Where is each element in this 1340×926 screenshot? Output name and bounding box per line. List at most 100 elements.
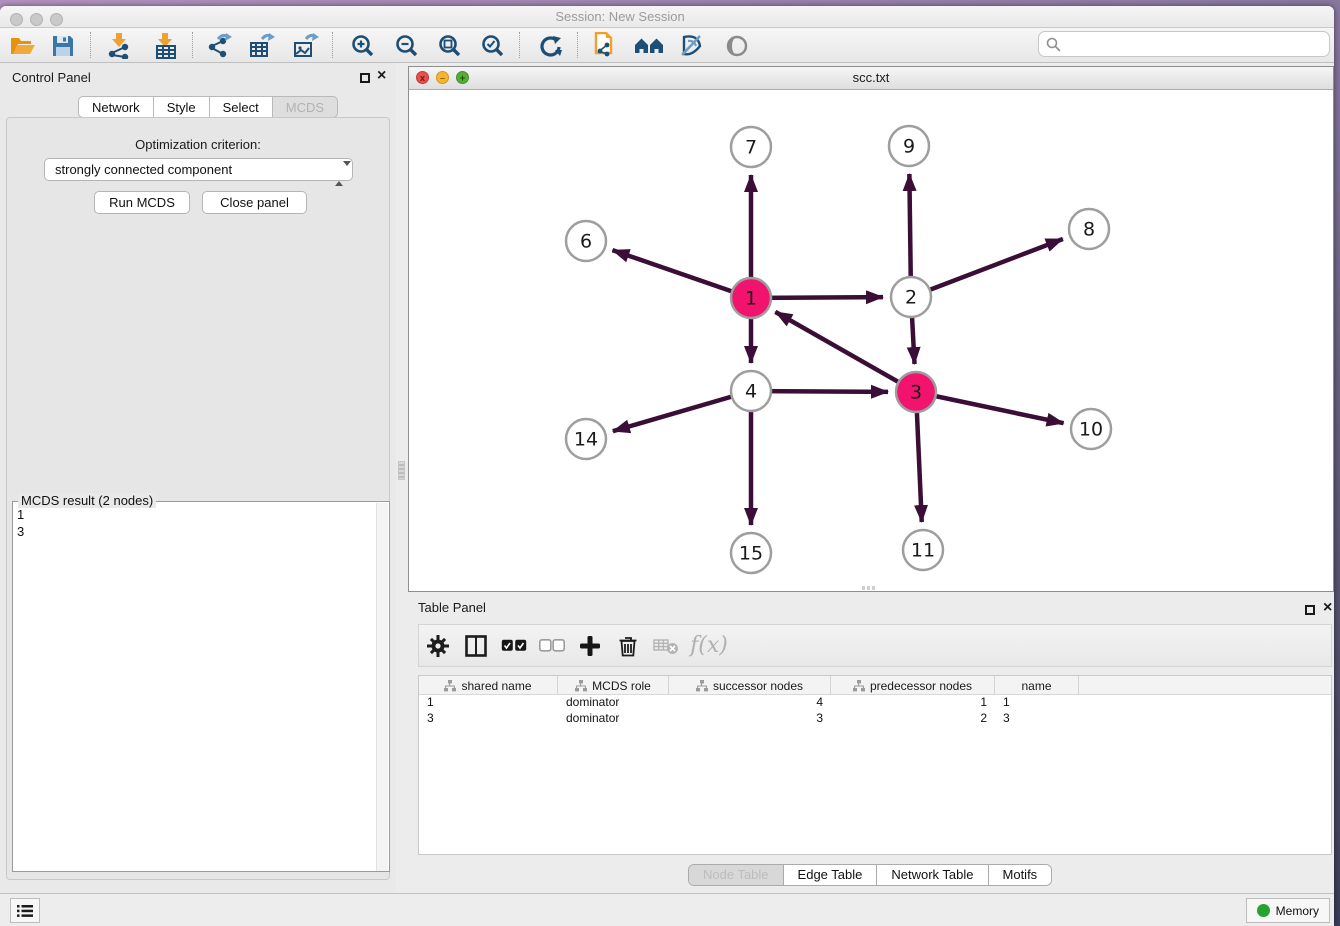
zoom-selected-button[interactable]: [474, 30, 512, 61]
column-header-successor-nodes[interactable]: successor nodes: [669, 676, 831, 695]
graph-node-label-9: 9: [903, 136, 915, 158]
control-panel: Control Panel × Network Style Select MCD…: [0, 63, 396, 893]
export-table-button[interactable]: [243, 30, 281, 61]
column-visibility-icon[interactable]: [457, 628, 495, 664]
graph-edge-3-10[interactable]: [916, 392, 1064, 423]
duplicate-network-button[interactable]: [587, 30, 625, 61]
table-header-row: shared name MCDS role successor nodes prede…: [419, 676, 1331, 695]
network-resize-grip[interactable]: [862, 586, 876, 590]
refresh-layout-button[interactable]: [531, 30, 569, 61]
criterion-dropdown[interactable]: strongly connected component: [44, 158, 353, 181]
network-window-titlebar: x – + scc.txt: [409, 67, 1333, 90]
column-header-MCDS-role[interactable]: MCDS role: [558, 676, 669, 695]
mcds-result-box: MCDS result (2 nodes) 1 3: [12, 501, 390, 872]
task-history-button[interactable]: [10, 898, 40, 923]
table-cell[interactable]: 3: [669, 711, 831, 727]
tab-mcds[interactable]: MCDS: [273, 96, 338, 118]
result-scrollbar[interactable]: [376, 503, 388, 871]
tab-select[interactable]: Select: [210, 96, 273, 118]
graph-node-label-6: 6: [580, 231, 592, 253]
delete-column-trash-icon[interactable]: [609, 628, 647, 664]
export-image-button[interactable]: [287, 30, 325, 61]
table-cell[interactable]: dominator: [558, 711, 669, 727]
table-cell[interactable]: 1: [831, 695, 995, 711]
table-cell[interactable]: 3: [419, 711, 558, 727]
tab-edge-table[interactable]: Edge Table: [783, 865, 877, 886]
graph-node-label-8: 8: [1083, 219, 1095, 241]
column-header-label: predecessor nodes: [870, 679, 972, 693]
column-header-name[interactable]: name: [995, 676, 1079, 695]
column-header-label: MCDS role: [592, 679, 651, 693]
control-panel-title: Control Panel: [12, 70, 91, 85]
column-header-label: successor nodes: [713, 679, 803, 693]
splitter-grip[interactable]: [398, 461, 405, 480]
float-table-panel-icon[interactable]: [1305, 605, 1315, 615]
control-panel-tabs: Network Style Select MCDS: [78, 96, 338, 118]
main-toolbar: [0, 28, 1334, 63]
graph-edge-2-8[interactable]: [911, 239, 1063, 297]
zoom-in-button[interactable]: [344, 30, 382, 61]
network-canvas[interactable]: 7968124314101511: [409, 90, 1333, 591]
column-header-predecessor-nodes[interactable]: predecessor nodes: [831, 676, 995, 695]
float-panel-icon[interactable]: [360, 73, 370, 83]
network-graph[interactable]: 7968124314101511: [409, 90, 1333, 591]
close-table-panel-icon[interactable]: ×: [1323, 599, 1332, 617]
table-tabs: Node Table Edge Table Network Table Moti…: [688, 864, 1052, 886]
graph-edge-3-1[interactable]: [775, 312, 916, 392]
import-network-button[interactable]: [100, 30, 138, 61]
search-input[interactable]: [1065, 37, 1329, 52]
node-table: shared name MCDS role successor nodes prede…: [418, 675, 1332, 855]
column-header-label: shared name: [461, 679, 531, 693]
show-eye-button[interactable]: [718, 30, 756, 61]
import-table-button[interactable]: [147, 30, 185, 61]
run-mcds-button[interactable]: Run MCDS: [94, 191, 190, 214]
delete-table-icon: [647, 628, 685, 664]
graph-node-label-1: 1: [745, 288, 757, 310]
memory-button[interactable]: Memory: [1246, 898, 1330, 923]
search-icon: [1046, 37, 1061, 52]
create-column-plus-icon[interactable]: [571, 628, 609, 664]
vertical-splitter[interactable]: [396, 63, 408, 893]
network-title: scc.txt: [409, 70, 1333, 85]
close-panel-icon[interactable]: ×: [377, 67, 386, 85]
table-cell[interactable]: 3: [995, 711, 1079, 727]
deselect-all-columns-icon[interactable]: [533, 628, 571, 664]
hierarchy-icon: [853, 680, 865, 692]
export-network-button[interactable]: [200, 30, 238, 61]
first-neighbors-button[interactable]: [630, 30, 668, 61]
tab-motifs[interactable]: Motifs: [988, 865, 1052, 886]
zoom-out-button[interactable]: [388, 30, 426, 61]
graph-edge-4-14[interactable]: [613, 391, 751, 431]
tab-style[interactable]: Style: [154, 96, 210, 118]
criterion-value: strongly connected component: [55, 162, 232, 177]
column-header-shared-name[interactable]: shared name: [419, 676, 558, 695]
tab-network[interactable]: Network: [78, 96, 154, 118]
tab-network-table[interactable]: Network Table: [876, 865, 987, 886]
table-row[interactable]: 3dominator323: [419, 711, 1331, 727]
graph-node-label-11: 11: [911, 540, 935, 562]
graph-node-label-7: 7: [745, 137, 757, 159]
hide-graphics-details-button[interactable]: [673, 30, 711, 61]
memory-label: Memory: [1276, 904, 1319, 918]
toolbar-separator: [332, 32, 333, 58]
table-cell[interactable]: 2: [831, 711, 995, 727]
table-options-gear-icon[interactable]: [419, 628, 457, 664]
table-cell[interactable]: 1: [995, 695, 1079, 711]
search-field-container: [1038, 31, 1330, 57]
save-session-button[interactable]: [44, 30, 82, 61]
close-panel-button[interactable]: Close panel: [202, 191, 307, 214]
table-cell[interactable]: 1: [419, 695, 558, 711]
graph-edge-1-6[interactable]: [612, 250, 751, 298]
network-view-window: x – + scc.txt 7968124314101511: [408, 66, 1334, 592]
open-session-button[interactable]: [4, 30, 42, 61]
table-row[interactable]: 1dominator411: [419, 695, 1331, 711]
optimization-criterion-label: Optimization criterion:: [0, 137, 396, 152]
chevron-updown-icon: [335, 163, 344, 177]
table-cell[interactable]: 4: [669, 695, 831, 711]
table-cell[interactable]: dominator: [558, 695, 669, 711]
graph-node-label-10: 10: [1079, 419, 1103, 441]
mcds-result-text[interactable]: 1 3: [17, 506, 24, 540]
tab-node-table[interactable]: Node Table: [689, 865, 783, 886]
zoom-fit-button[interactable]: [431, 30, 469, 61]
select-all-columns-icon[interactable]: [495, 628, 533, 664]
